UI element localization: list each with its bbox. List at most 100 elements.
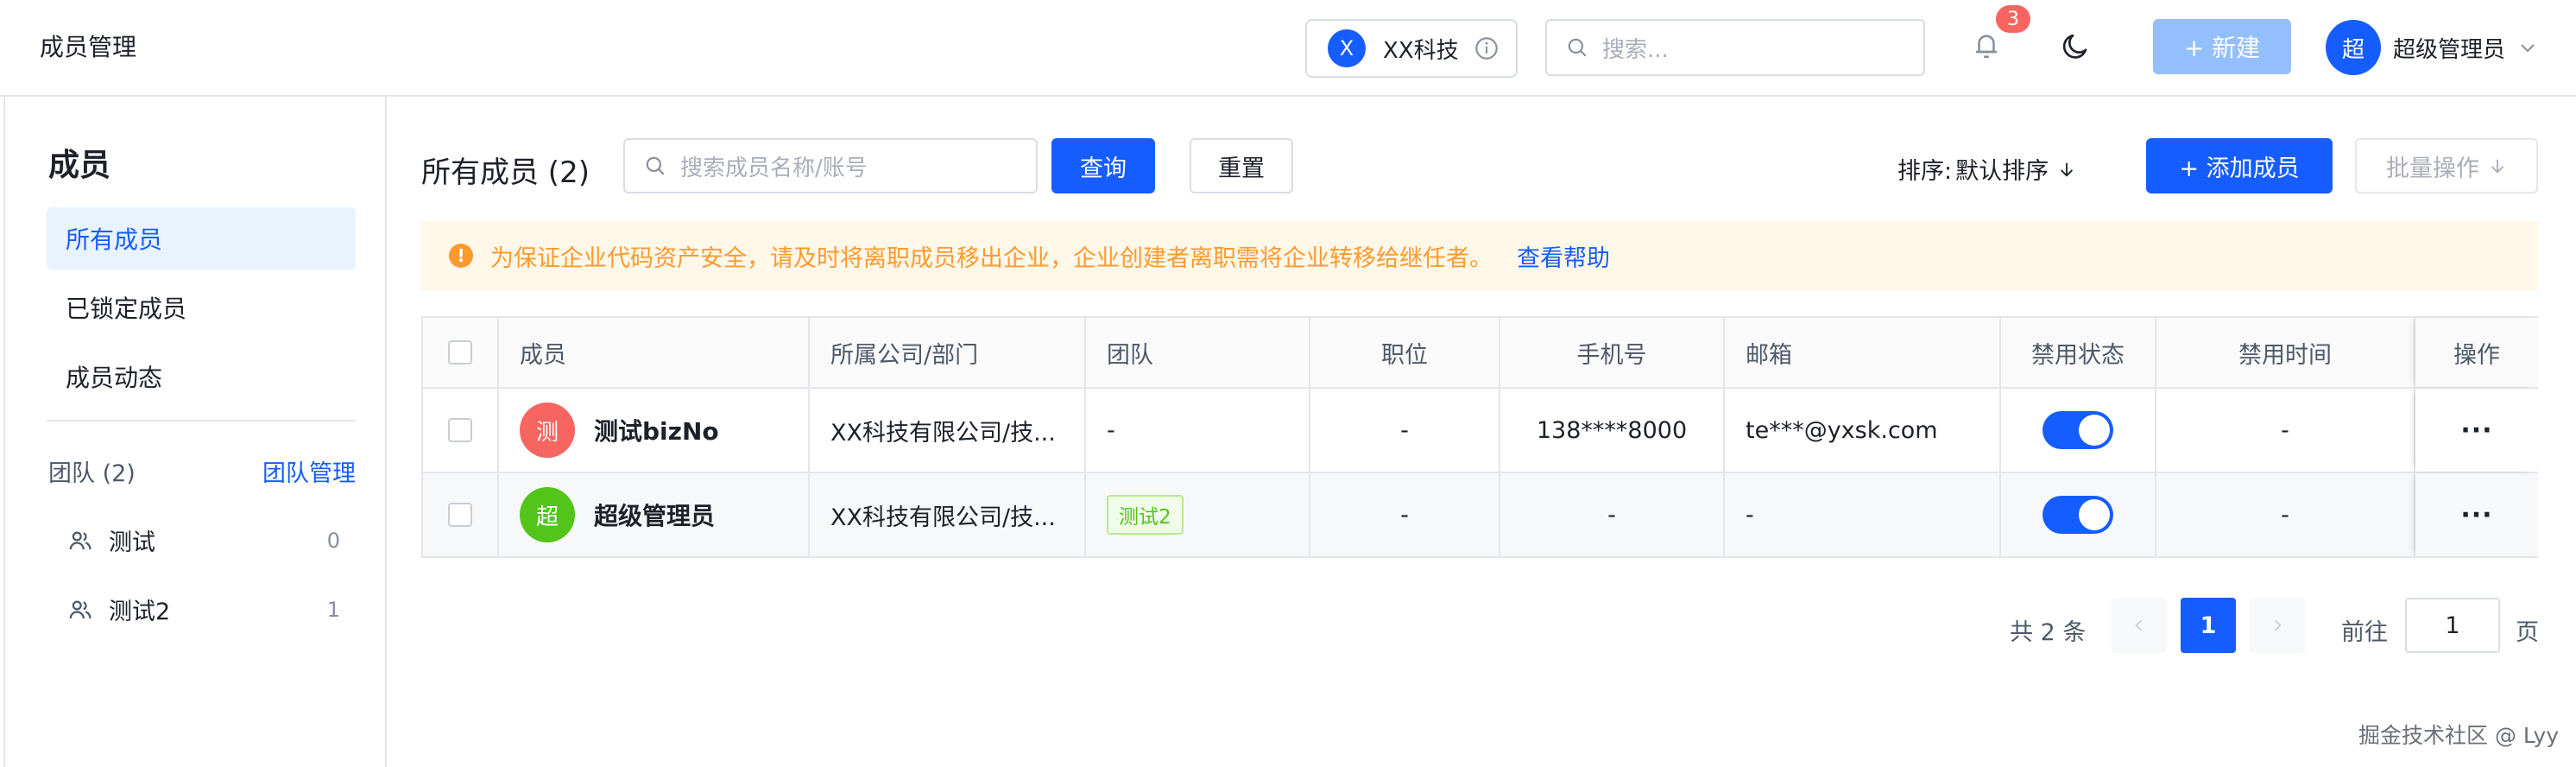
toggle-knob — [2079, 415, 2110, 446]
team-count: 1 — [326, 597, 340, 622]
position-cell: - — [1310, 389, 1500, 472]
table-row: 测 测试bizNo XX科技有限公司/技... - - 138****8000 … — [423, 389, 2538, 473]
team-count: 0 — [326, 528, 340, 553]
more-icon[interactable]: ··· — [2460, 500, 2492, 530]
member-search-placeholder: 搜索成员名称/账号 — [680, 155, 868, 181]
avatar: 超 — [520, 487, 575, 542]
user-name: 超级管理员 — [2393, 36, 2506, 63]
info-circle-icon[interactable] — [1474, 36, 1499, 60]
page-button-current[interactable]: 1 — [2181, 598, 2236, 653]
new-button[interactable]: + 新建 — [2153, 19, 2291, 74]
more-icon[interactable]: ··· — [2460, 415, 2492, 446]
warning-alert: ! 为保证企业代码资产安全，请及时将离职成员移出企业，企业创建者离职需将企业转移… — [421, 221, 2538, 290]
toggle-knob — [2079, 499, 2110, 530]
prev-page-button[interactable] — [2112, 598, 2167, 653]
row-checkbox[interactable] — [448, 418, 472, 442]
team-cell: - — [1086, 389, 1310, 472]
position-cell: - — [1310, 473, 1500, 556]
watermark: 掘金技术社区 @ Lyy — [2358, 723, 2560, 748]
reset-button[interactable]: 重置 — [1190, 138, 1293, 193]
select-all-checkbox[interactable] — [448, 340, 472, 364]
column-header-team: 团队 — [1086, 318, 1310, 387]
view-help-link[interactable]: 查看帮助 — [1517, 239, 1610, 273]
sort-value: 默认排序 — [1955, 158, 2049, 185]
sidebar-title: 成员 — [48, 148, 111, 183]
row-checkbox[interactable] — [448, 503, 472, 527]
team-section-header: 团队 (2) 团队管理 — [48, 454, 356, 488]
user-avatar: 超 — [2326, 20, 2381, 75]
avatar: 测 — [520, 403, 575, 458]
add-member-button[interactable]: + 添加成员 — [2146, 138, 2333, 193]
column-header-email: 邮箱 — [1725, 318, 2001, 387]
global-search-placeholder: 搜索... — [1602, 36, 1669, 63]
page-title: 所有成员 (2) — [421, 155, 590, 190]
chevron-left-icon — [2135, 619, 2143, 631]
arrow-down-icon — [2061, 162, 2074, 177]
app-title: 成员管理 — [40, 33, 137, 61]
global-search-input[interactable]: 搜索... — [1545, 19, 1925, 76]
warning-icon: ! — [449, 244, 473, 268]
disabled-time-cell: - — [2156, 473, 2415, 556]
team-manage-link[interactable]: 团队管理 — [262, 454, 356, 488]
users-icon — [69, 531, 92, 549]
team-item-test2[interactable]: 测试2 1 — [67, 593, 340, 626]
member-search-input[interactable]: 搜索成员名称/账号 — [623, 138, 1038, 193]
next-page-button[interactable] — [2250, 598, 2305, 653]
company-cell: XX科技有限公司/技... — [810, 389, 1086, 472]
pagination-total: 共 2 条 — [2010, 619, 2087, 646]
search-icon — [1568, 38, 1587, 57]
org-name: XX科技 — [1383, 37, 1459, 64]
team-cell: 测试2 — [1086, 473, 1310, 556]
disabled-time-cell: - — [2156, 389, 2415, 472]
select-all-cell — [423, 318, 499, 387]
table-row: 超 超级管理员 XX科技有限公司/技... 测试2 - - - - ··· — [423, 473, 2538, 558]
alert-message: 为保证企业代码资产安全，请及时将离职成员移出企业，企业创建者离职需将企业转移给继… — [490, 244, 1493, 272]
disable-toggle[interactable] — [2042, 496, 2113, 534]
disabled-status-cell — [2001, 473, 2156, 556]
team-section-label: 团队 (2) — [48, 460, 136, 487]
sort-dropdown[interactable]: 排序: 默认排序 — [1897, 152, 2076, 186]
actions-cell: ··· — [2415, 389, 2538, 472]
moon-icon[interactable] — [2060, 31, 2091, 62]
table-header-row: 成员 所属公司/部门 团队 职位 手机号 邮箱 禁用状态 禁用时间 操作 — [423, 318, 2538, 389]
arrow-down-icon — [2491, 159, 2504, 174]
top-bar: 成员管理 X XX科技 搜索... 3 + 新建 超 超级管理员 — [0, 0, 2576, 97]
sidebar-item-member-activity[interactable]: 成员动态 — [47, 345, 356, 408]
row-select-cell — [423, 389, 499, 472]
sidebar-item-all-members[interactable]: 所有成员 — [47, 207, 356, 269]
sidebar: 成员 所有成员 已锁定成员 成员动态 团队 (2) 团队管理 测试 0 测试2 … — [3, 97, 387, 767]
column-header-disabled-time: 禁用时间 — [2156, 318, 2415, 387]
disable-toggle[interactable] — [2042, 411, 2113, 449]
column-header-company: 所属公司/部门 — [810, 318, 1086, 387]
phone-cell: - — [1500, 473, 1725, 556]
team-tag: 测试2 — [1107, 495, 1184, 535]
batch-operation-button[interactable]: 批量操作 — [2355, 138, 2538, 193]
member-cell: 测 测试bizNo — [499, 389, 810, 472]
chevron-right-icon — [2274, 619, 2282, 631]
email-cell: te***@yxsk.com — [1725, 389, 2001, 472]
sort-label: 排序: — [1897, 158, 1953, 185]
chevron-down-icon — [2521, 44, 2535, 53]
disabled-status-cell — [2001, 389, 2156, 472]
member-name: 超级管理员 — [594, 502, 716, 530]
team-name: 测试2 — [109, 599, 171, 625]
column-header-phone: 手机号 — [1500, 318, 1725, 387]
user-menu[interactable]: 超 超级管理员 — [2326, 17, 2538, 78]
batch-operation-label: 批量操作 — [2386, 155, 2479, 182]
org-switcher[interactable]: X XX科技 — [1305, 19, 1518, 78]
email-cell: - — [1725, 473, 2001, 556]
users-icon — [69, 600, 92, 618]
query-button[interactable]: 查询 — [1051, 138, 1155, 193]
goto-page-input[interactable]: 1 — [2405, 598, 2500, 653]
member-cell: 超 超级管理员 — [499, 473, 810, 556]
team-item-test[interactable]: 测试 0 — [67, 523, 340, 557]
sidebar-item-locked-members[interactable]: 已锁定成员 — [47, 276, 356, 339]
members-table: 成员 所属公司/部门 团队 职位 手机号 邮箱 禁用状态 禁用时间 操作 测 测… — [421, 316, 2538, 558]
column-header-actions: 操作 — [2415, 318, 2538, 387]
org-avatar: X — [1328, 29, 1366, 67]
phone-cell: 138****8000 — [1500, 389, 1725, 472]
sidebar-divider — [47, 420, 356, 422]
company-cell: XX科技有限公司/技... — [810, 473, 1086, 556]
bell-icon[interactable] — [1972, 29, 2001, 62]
actions-cell: ··· — [2415, 473, 2538, 556]
